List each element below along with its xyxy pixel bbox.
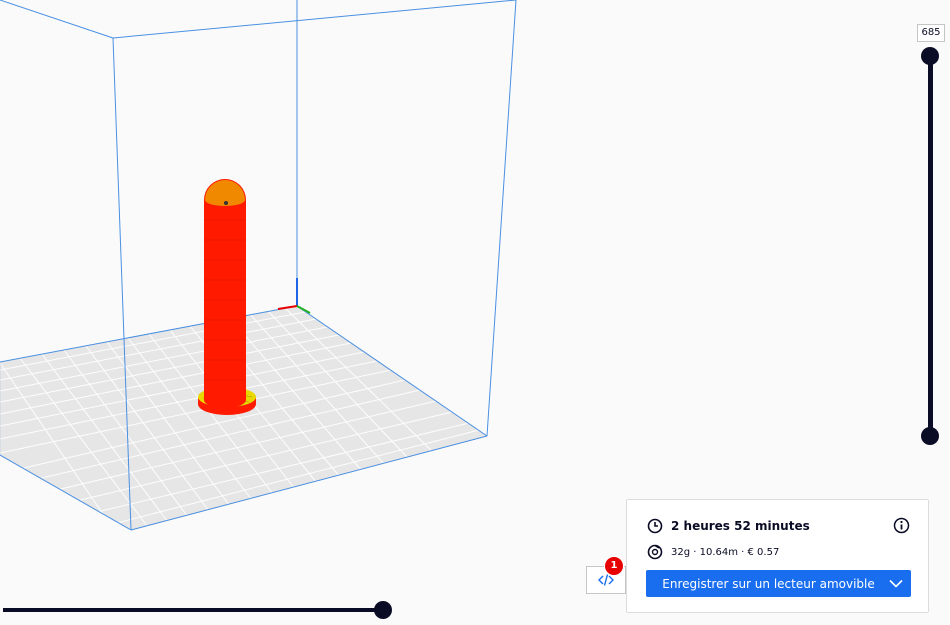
save-button-label: Enregistrer sur un lecteur amovible	[662, 576, 875, 591]
print-time: 2 heures 52 minutes	[671, 519, 810, 533]
notification-badge: 1	[605, 557, 623, 575]
path-slider-handle[interactable]	[374, 601, 392, 619]
layer-slider-upper-handle[interactable]	[921, 47, 939, 65]
layer-number-label[interactable]: 685	[917, 24, 945, 42]
spool-icon	[647, 544, 663, 560]
layer-slider-lower-handle[interactable]	[921, 427, 939, 445]
path-slider-track[interactable]	[3, 608, 383, 612]
info-icon	[893, 517, 910, 534]
layer-slider-track[interactable]	[928, 56, 933, 436]
chevron-down-icon	[889, 579, 903, 588]
output-options-dropdown[interactable]	[881, 579, 911, 588]
material-usage: 32g · 10.64m · € 0.57	[671, 546, 780, 558]
code-icon	[598, 574, 614, 586]
info-button[interactable]	[893, 517, 910, 538]
clock-icon	[647, 518, 663, 534]
save-to-removable-drive-button[interactable]: Enregistrer sur un lecteur amovible	[646, 570, 911, 597]
print-info-panel: 2 heures 52 minutes 32g · 10.64m · € 0.5…	[626, 499, 929, 613]
